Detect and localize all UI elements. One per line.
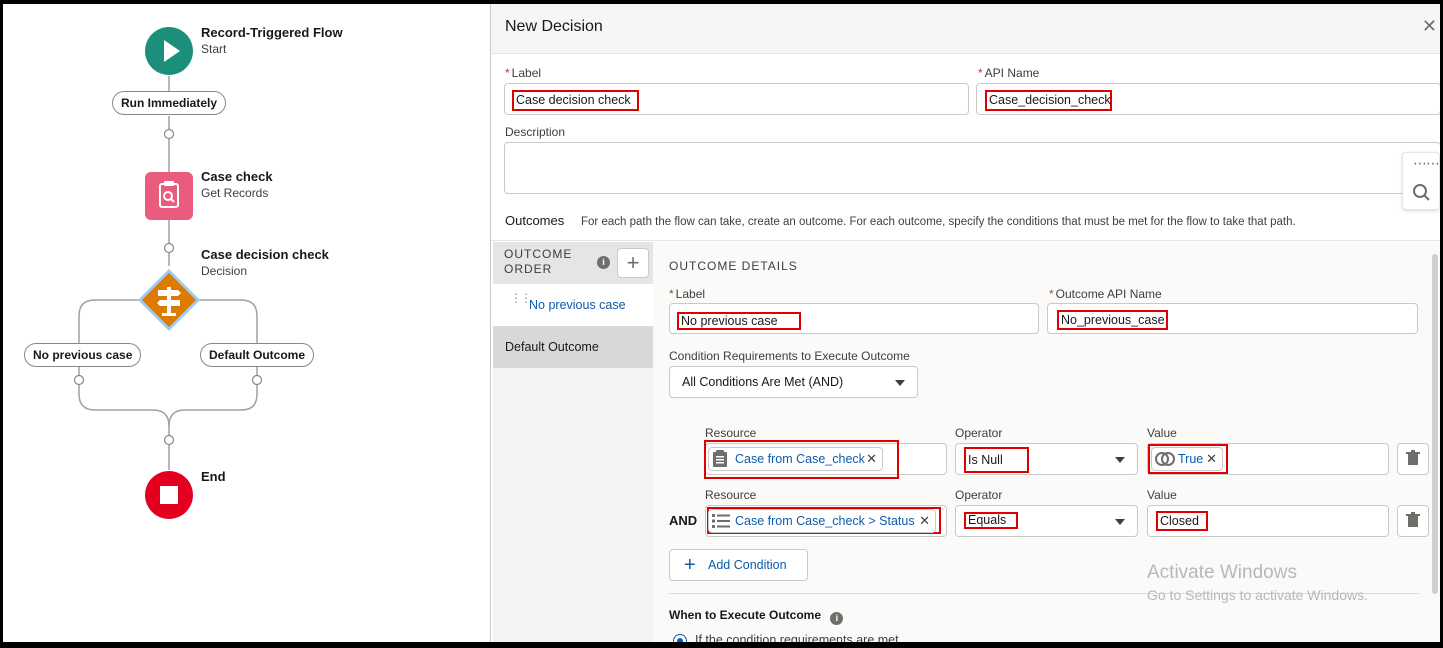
outcome-order-header: OUTCOME ORDER i + xyxy=(493,242,653,284)
get-records-node-subtitle: Get Records xyxy=(201,186,269,200)
screenshot-frame: Record-Triggered Flow Start Run Immediat… xyxy=(0,0,1443,648)
condition2-operator-value: Equals xyxy=(964,512,1018,529)
outcome-api-name-field-label: * Outcome API Name xyxy=(1049,287,1162,301)
remove-icon[interactable]: ✕ xyxy=(919,510,930,532)
outcomes-divider xyxy=(491,240,1440,241)
outcome-order-list: OUTCOME ORDER i + ⋮⋮ No previous case De… xyxy=(493,242,653,642)
plus-icon: + xyxy=(684,554,696,576)
start-node-subtitle: Start xyxy=(201,42,227,56)
new-decision-panel: New Decision ✕ * Label Case decision chec… xyxy=(490,4,1440,642)
branch-default-outcome[interactable]: Default Outcome xyxy=(200,343,315,367)
description-label: Description xyxy=(505,125,566,139)
description-textarea[interactable] xyxy=(504,142,1440,194)
chevron-down-icon xyxy=(1115,457,1125,463)
and-label: AND xyxy=(669,513,698,528)
trash-icon xyxy=(1406,450,1420,465)
api-name-input-value: Case_decision_check xyxy=(985,90,1112,111)
condition1-operator-label: Operator xyxy=(955,426,1003,440)
outcome-item-no-previous-case[interactable]: ⋮⋮ No previous case xyxy=(493,284,653,326)
outcome-details: OUTCOME DETAILS * Label No previous case … xyxy=(653,242,1440,642)
condition1-resource-chip[interactable]: Case from Case_check ✕ xyxy=(708,447,883,471)
search-icon[interactable] xyxy=(1403,179,1441,209)
outcome-details-heading: OUTCOME DETAILS xyxy=(669,259,798,273)
outcome-order-title: OUTCOME ORDER xyxy=(504,247,573,276)
panel-header: New Decision ✕ xyxy=(491,4,1440,54)
record-icon xyxy=(713,450,727,467)
info-icon[interactable]: i xyxy=(830,612,844,625)
chevron-down-icon xyxy=(895,380,905,386)
activate-windows-title: Activate Windows xyxy=(1147,562,1297,583)
flow-connectors xyxy=(73,76,263,470)
when-to-execute-heading: When to Execute Outcome i xyxy=(669,608,844,625)
add-outcome-button[interactable]: + xyxy=(617,248,649,278)
list-icon xyxy=(712,514,730,528)
condition2-operator-label: Operator xyxy=(955,488,1003,502)
decision-diamond-icon xyxy=(138,269,200,331)
condition2-resource-chip[interactable]: Case from Case_check > Status ✕ xyxy=(708,509,936,533)
radio-if-conditions-met[interactable]: If the condition requirements are met xyxy=(673,633,973,642)
trash-icon xyxy=(1406,512,1420,527)
start-node-title: Record-Triggered Flow xyxy=(201,25,343,40)
label-field-label: * Label xyxy=(505,66,542,80)
delete-condition2-button[interactable] xyxy=(1397,505,1429,537)
start-node[interactable] xyxy=(145,27,193,75)
radio-button-selected[interactable] xyxy=(673,634,687,642)
label-input-value: Case decision check xyxy=(512,90,639,111)
condition-requirements-select[interactable]: All Conditions Are Met (AND) xyxy=(669,366,918,398)
close-icon[interactable]: ✕ xyxy=(1422,16,1437,37)
outcomes-help-text: For each path the flow can take, create … xyxy=(581,216,1296,228)
remove-icon[interactable]: ✕ xyxy=(866,448,877,470)
branch-no-previous-case[interactable]: No previous case xyxy=(24,343,142,367)
play-icon xyxy=(164,40,180,62)
boolean-icon xyxy=(1155,452,1175,466)
condition-requirements-label: Condition Requirements to Execute Outcom… xyxy=(669,349,910,363)
side-toolbar: ⋯⋯ xyxy=(1402,152,1440,210)
condition2-resource-label: Resource xyxy=(705,488,757,502)
outcomes-heading: Outcomes xyxy=(505,213,565,228)
condition1-value-chip[interactable]: True ✕ xyxy=(1151,447,1223,471)
add-condition-button[interactable]: + Add Condition xyxy=(669,549,808,581)
end-node[interactable] xyxy=(145,471,193,519)
decision-node[interactable] xyxy=(136,267,202,333)
outcome-label-input-value: No previous case xyxy=(677,312,801,330)
remove-icon[interactable]: ✕ xyxy=(1206,448,1217,470)
outcome-api-name-input-value: No_previous_case xyxy=(1057,310,1168,330)
condition1-value-label: Value xyxy=(1147,426,1177,440)
get-records-node[interactable] xyxy=(145,172,193,220)
flow-canvas: Record-Triggered Flow Start Run Immediat… xyxy=(3,4,490,642)
clipboard-search-icon xyxy=(159,181,179,208)
api-name-field-label: * API Name xyxy=(978,66,1040,80)
outcome-label-field-label: * Label xyxy=(669,287,706,301)
condition1-resource-label: Resource xyxy=(705,426,757,440)
activate-windows-subtitle: Go to Settings to activate Windows. xyxy=(1147,587,1368,603)
decision-node-subtitle: Decision xyxy=(201,264,248,278)
run-immediately-pill[interactable]: Run Immediately xyxy=(112,91,227,115)
condition2-value-label: Value xyxy=(1147,488,1177,502)
details-scrollbar[interactable] xyxy=(1432,254,1438,594)
chevron-down-icon xyxy=(1115,519,1125,525)
panel-title: New Decision xyxy=(505,18,603,35)
delete-condition1-button[interactable] xyxy=(1397,443,1429,475)
info-icon[interactable]: i xyxy=(597,256,610,269)
outcome-item-default[interactable]: Default Outcome xyxy=(493,326,653,368)
get-records-node-title: Case check xyxy=(201,169,273,184)
stop-icon xyxy=(160,486,178,504)
more-icon[interactable]: ⋯⋯ xyxy=(1413,155,1440,172)
decision-node-title: Case decision check xyxy=(201,247,329,262)
condition2-value-text: Closed xyxy=(1156,511,1208,531)
drag-handle-icon[interactable]: ⋮⋮ xyxy=(510,292,532,304)
end-node-title: End xyxy=(201,469,226,484)
condition1-operator-value: Is Null xyxy=(964,447,1029,473)
